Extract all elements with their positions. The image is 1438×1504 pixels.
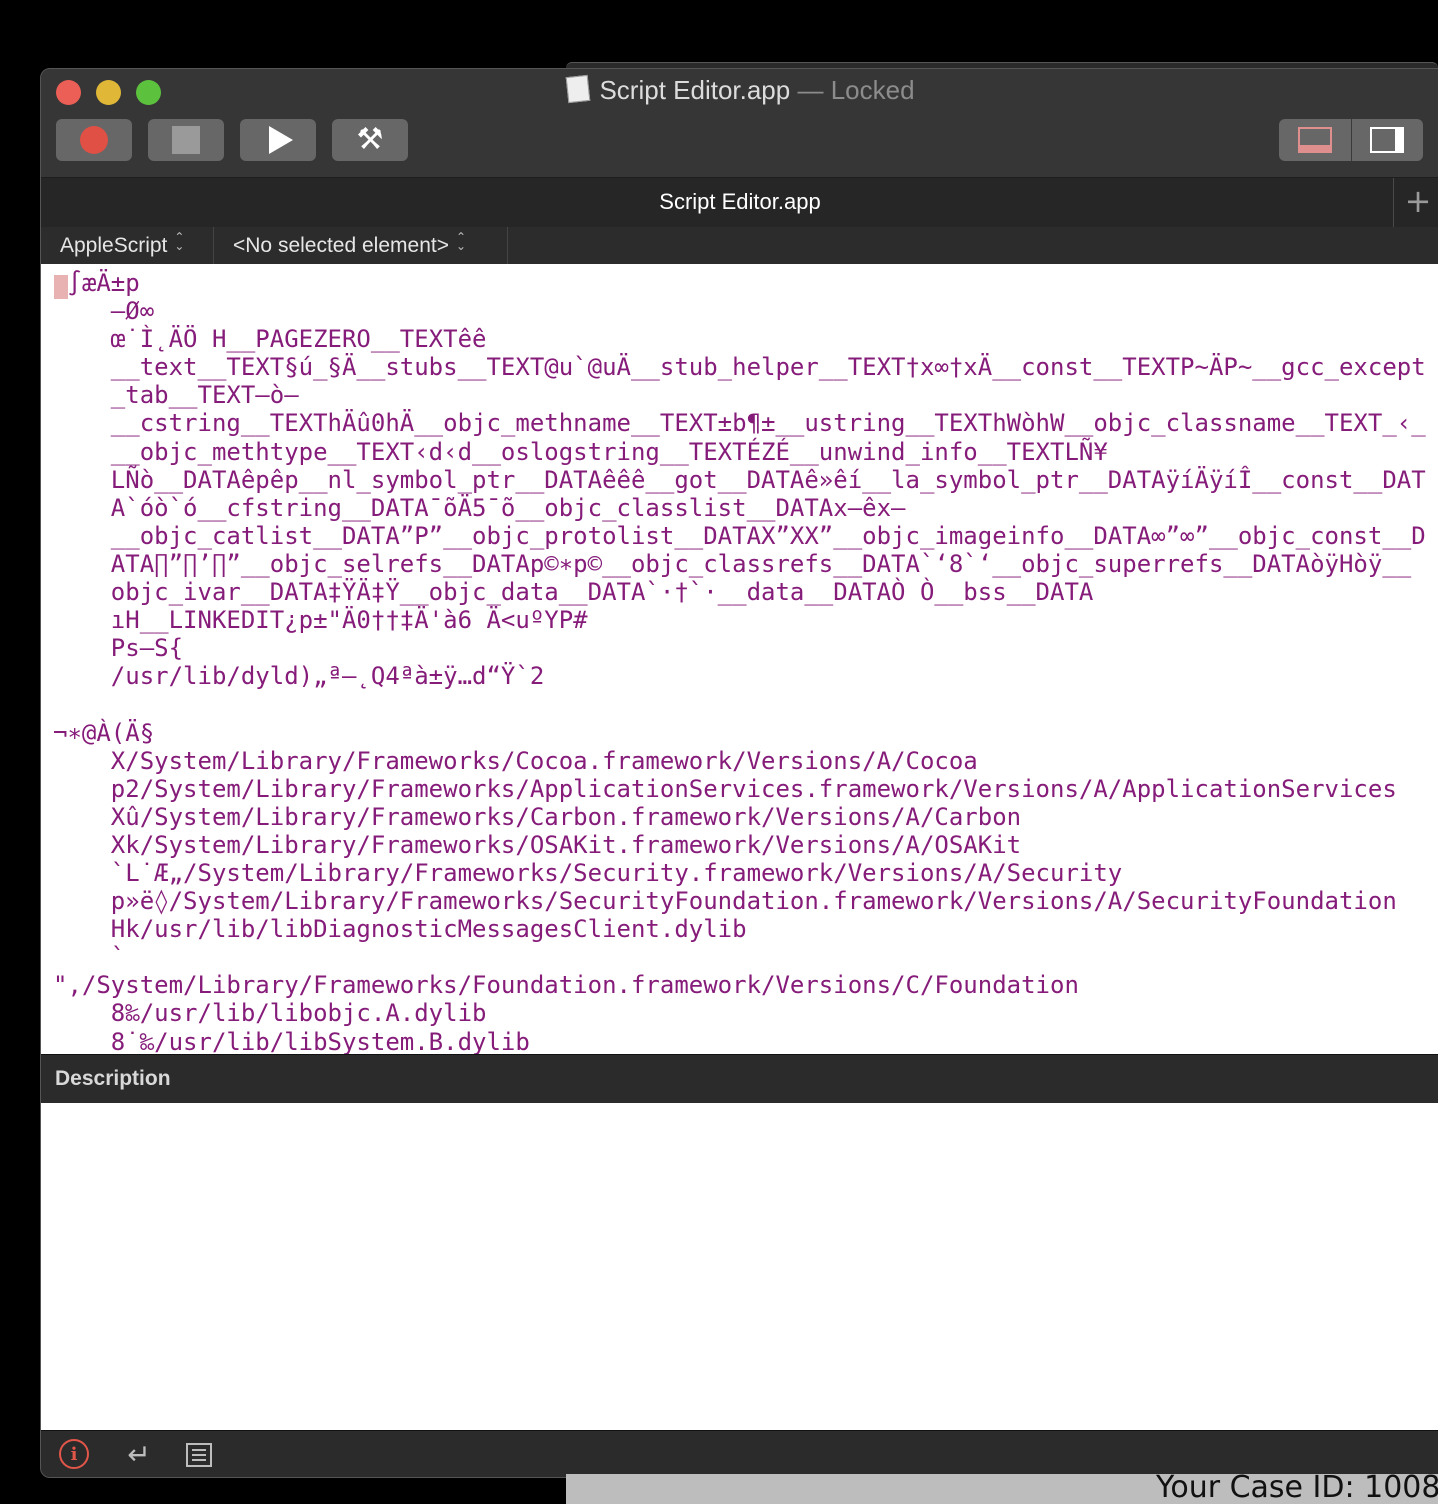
title-separator: — xyxy=(790,75,831,105)
updown-chevron-icon: ⌃ ⌄ xyxy=(455,230,466,253)
navigation-divider xyxy=(213,227,214,264)
locked-status: Locked xyxy=(830,75,915,105)
show-side-pane-button[interactable] xyxy=(1351,119,1423,161)
window-title-text: Script Editor.app xyxy=(599,75,791,105)
document-icon xyxy=(566,74,591,104)
play-icon xyxy=(268,126,293,154)
bottom-toolbar: i ↵ xyxy=(41,1430,1438,1477)
hammer-icon: ⚒ xyxy=(356,122,384,157)
tab-bar: Script Editor.app + xyxy=(41,178,1438,228)
script-editor-text-area[interactable]: ˛∫æÄ±p —Ø∞ œ˙Ì˛ÄÖ H__PAGEZERO__TEXTêê __… xyxy=(41,264,1438,1054)
case-id-label: Your Case ID: 10083 xyxy=(1156,1474,1438,1504)
text-cursor xyxy=(54,275,68,299)
list-icon[interactable] xyxy=(186,1443,212,1467)
add-tab-button[interactable]: + xyxy=(1393,178,1438,227)
stop-button[interactable] xyxy=(148,119,224,161)
run-button[interactable] xyxy=(240,119,316,161)
description-header: Description xyxy=(41,1054,1438,1104)
description-text-area[interactable] xyxy=(41,1103,1438,1430)
description-title: Description xyxy=(55,1067,171,1090)
window-title: Script Editor.app — Locked xyxy=(41,74,1438,106)
navigation-bar: AppleScript ⌃ ⌄ <No selected element> ⌃ ⌄ xyxy=(41,227,1438,264)
bottom-pane-icon xyxy=(1298,127,1332,153)
script-source-text[interactable]: ˛∫æÄ±p —Ø∞ œ˙Ì˛ÄÖ H__PAGEZERO__TEXTêê __… xyxy=(41,264,1438,1054)
tab-script-editor[interactable]: Script Editor.app xyxy=(41,189,1438,215)
side-pane-icon xyxy=(1370,127,1404,153)
language-popup[interactable]: AppleScript ⌃ ⌄ xyxy=(60,227,185,264)
record-icon xyxy=(80,126,108,154)
compile-button[interactable]: ⚒ xyxy=(332,119,408,161)
script-editor-window: Script Editor.app — Locked ⚒ Script Edit… xyxy=(40,68,1438,1478)
background-window-strip: Your Case ID: 10083 xyxy=(566,1474,1438,1504)
return-icon[interactable]: ↵ xyxy=(123,1438,155,1471)
title-bar: Script Editor.app — Locked ⚒ xyxy=(41,69,1438,178)
show-bottom-pane-button[interactable] xyxy=(1279,119,1351,161)
stop-icon xyxy=(172,126,200,154)
language-label: AppleScript xyxy=(60,234,168,257)
record-button[interactable] xyxy=(56,119,132,161)
element-label: <No selected element> xyxy=(233,234,449,257)
element-popup[interactable]: <No selected element> ⌃ ⌄ xyxy=(233,227,467,264)
info-icon[interactable]: i xyxy=(59,1439,89,1469)
updown-chevron-icon: ⌃ ⌄ xyxy=(174,230,185,253)
view-toggle-segmented-control xyxy=(1279,119,1423,161)
navigation-divider xyxy=(507,227,508,264)
